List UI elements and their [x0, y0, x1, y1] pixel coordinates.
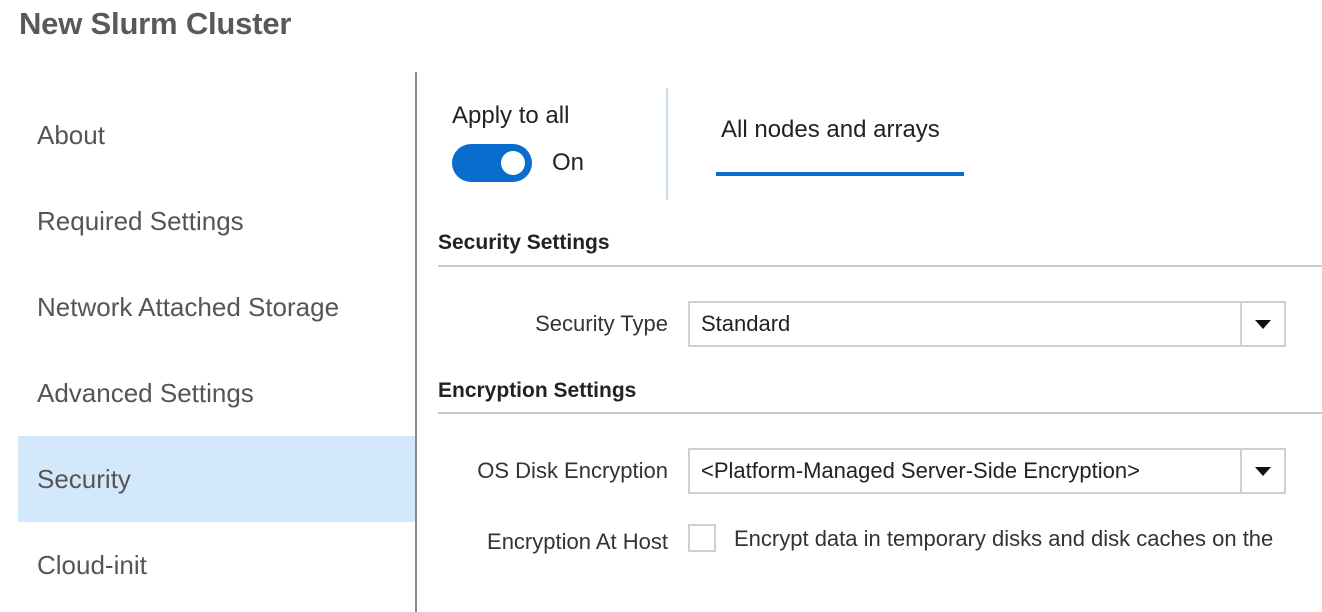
sidebar-divider — [415, 72, 417, 612]
sidebar-item-network-attached-storage[interactable]: Network Attached Storage — [18, 264, 416, 350]
caret-down-icon — [1255, 319, 1271, 329]
sidebar-item-label: Required Settings — [37, 205, 244, 236]
sidebar-item-cloud-init[interactable]: Cloud-init — [18, 522, 416, 608]
encryption-settings-heading: Encryption Settings — [438, 379, 637, 402]
toggle-knob — [501, 151, 525, 175]
tab-divider — [666, 88, 668, 200]
tab-label: All nodes and arrays — [721, 116, 940, 143]
sidebar-item-security[interactable]: Security — [18, 436, 416, 522]
sidebar-item-about[interactable]: About — [18, 92, 416, 178]
tab-all-nodes-and-arrays[interactable]: All nodes and arrays — [716, 116, 964, 176]
encryption-at-host-description: Encrypt data in temporary disks and disk… — [734, 526, 1274, 551]
encryption-at-host-checkbox[interactable] — [688, 524, 716, 552]
sidebar-nav: About Required Settings Network Attached… — [18, 92, 416, 608]
security-type-label: Security Type — [535, 311, 668, 336]
section-divider — [438, 412, 1322, 414]
apply-to-all-group: Apply to all On — [452, 102, 584, 182]
os-disk-encryption-value: <Platform-Managed Server-Side Encryption… — [701, 458, 1140, 483]
sidebar-item-label: About — [37, 119, 105, 150]
os-disk-encryption-select[interactable]: <Platform-Managed Server-Side Encryption… — [688, 448, 1286, 494]
os-disk-encryption-label: OS Disk Encryption — [477, 458, 668, 483]
toggle-state-label: On — [552, 149, 585, 176]
dropdown-button[interactable] — [1240, 303, 1284, 345]
sidebar-item-label: Network Attached Storage — [37, 291, 340, 322]
sidebar-item-label: Advanced Settings — [37, 377, 254, 408]
page-title: New Slurm Cluster — [19, 6, 292, 41]
sidebar-item-label: Cloud-init — [37, 549, 147, 580]
dropdown-button[interactable] — [1240, 450, 1284, 492]
apply-to-all-toggle[interactable] — [452, 144, 532, 182]
encryption-at-host-label: Encryption At Host — [487, 529, 668, 554]
security-type-value: Standard — [701, 311, 791, 336]
tab-selected-indicator — [716, 172, 964, 176]
security-settings-heading: Security Settings — [438, 231, 610, 254]
sidebar-item-advanced-settings[interactable]: Advanced Settings — [18, 350, 416, 436]
security-type-select[interactable]: Standard — [688, 301, 1286, 347]
apply-to-all-label: Apply to all — [452, 102, 570, 129]
section-divider — [438, 265, 1322, 267]
sidebar-item-label: Security — [37, 463, 131, 494]
caret-down-icon — [1255, 466, 1271, 476]
sidebar-item-required-settings[interactable]: Required Settings — [18, 178, 416, 264]
